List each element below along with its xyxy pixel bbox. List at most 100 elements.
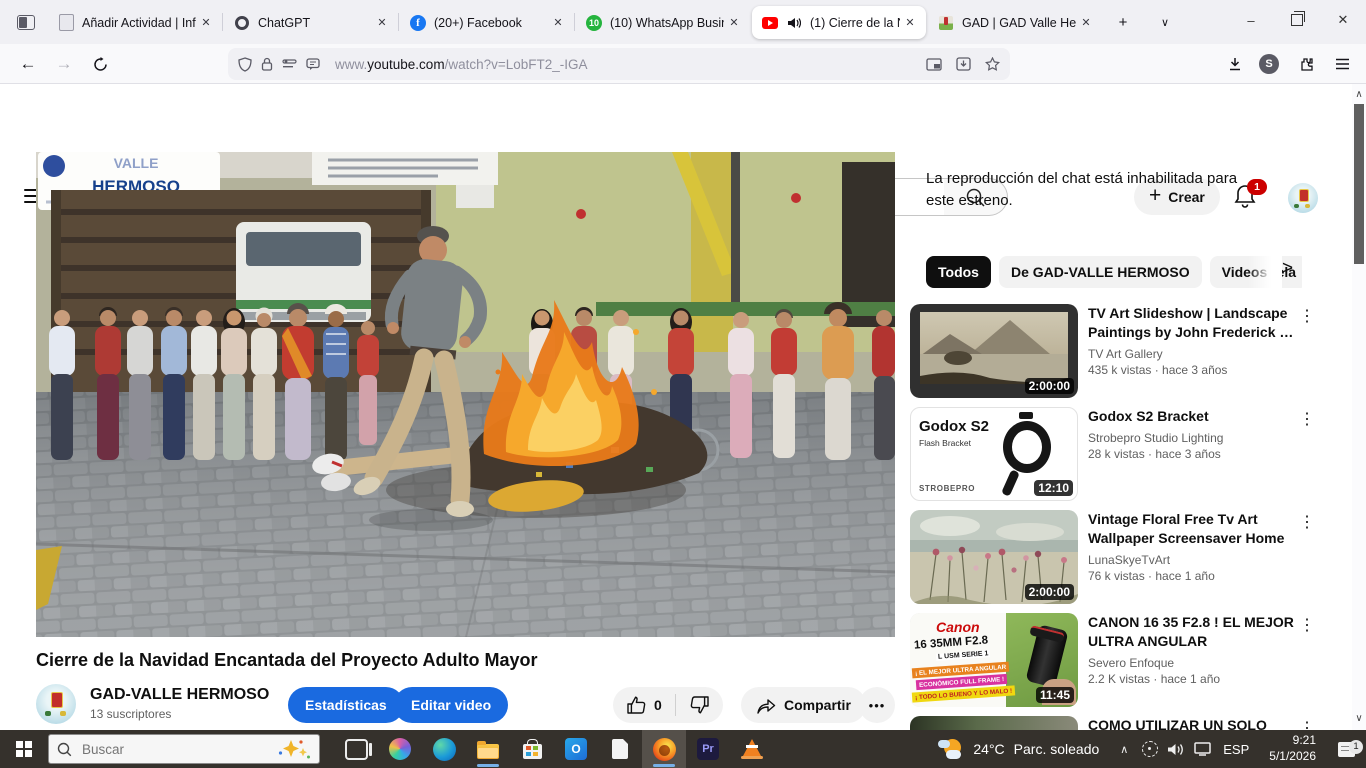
outlook-button[interactable]: O: [554, 730, 598, 768]
chips-next-icon[interactable]: >: [1282, 258, 1293, 280]
edge-button[interactable]: [422, 730, 466, 768]
file-explorer-button[interactable]: [466, 730, 510, 768]
menu-icon[interactable]: [1326, 48, 1358, 80]
tab-gad[interactable]: GAD | GAD Valle Herm ✕: [928, 6, 1102, 39]
taskbar-clock[interactable]: 9:21 5/1/2026: [1257, 733, 1326, 764]
vlc-button[interactable]: [730, 730, 774, 768]
close-icon[interactable]: ✕: [724, 13, 744, 33]
suggested-title[interactable]: CANON 16 35 F2.8 ! EL MEJOR ULTRA ANGULA…: [1088, 613, 1300, 651]
save-page-icon[interactable]: [956, 57, 971, 71]
downloads-icon[interactable]: [1219, 48, 1251, 80]
channel-avatar[interactable]: [36, 684, 76, 724]
more-actions-button[interactable]: •••: [859, 687, 895, 723]
video-thumbnail[interactable]: 2:00:00: [910, 304, 1078, 398]
facebook-icon: f: [410, 15, 426, 31]
task-view-button[interactable]: [334, 730, 378, 768]
screen: Añadir Actividad | Informes ✕ ChatGPT ✕ …: [0, 0, 1366, 768]
suggested-channel[interactable]: TV Art Gallery: [1088, 347, 1300, 361]
suggested-channel[interactable]: LunaSkyeTvArt: [1088, 553, 1300, 567]
lock-icon[interactable]: [261, 57, 273, 71]
analytics-button[interactable]: Estadísticas: [288, 687, 404, 723]
account-avatar[interactable]: [1288, 183, 1318, 213]
suggested-channel[interactable]: Strobepro Studio Lighting: [1088, 431, 1300, 445]
window-restore-button[interactable]: [1274, 0, 1320, 40]
document-icon: [58, 15, 74, 31]
tray-expand-icon[interactable]: ∧: [1111, 743, 1137, 756]
close-icon[interactable]: ✕: [900, 13, 920, 33]
tray-meet-now-icon[interactable]: [1137, 741, 1163, 757]
suggested-video-2: Godox S2 Flash Bracket STROBEPRO 12:10 G…: [910, 407, 1346, 501]
like-button[interactable]: 0: [613, 687, 675, 723]
page-message-icon[interactable]: [306, 58, 320, 71]
taskbar-weather-widget[interactable]: 24°C Parc. soleado: [926, 737, 1111, 761]
extension-s-badge[interactable]: S: [1259, 54, 1279, 74]
youtube-icon: [762, 15, 778, 31]
youtube-header: YouTube EC + Crear 1: [0, 84, 1366, 140]
copilot-button[interactable]: [378, 730, 422, 768]
forward-button[interactable]: →: [48, 48, 80, 80]
tab-informes[interactable]: Añadir Actividad | Informes ✕: [48, 6, 222, 39]
scrollbar-thumb[interactable]: [1354, 104, 1364, 264]
kebab-menu-icon[interactable]: ⋮: [1296, 512, 1318, 532]
new-tab-button[interactable]: +: [1108, 8, 1138, 36]
chip-channel[interactable]: De GAD-VALLE HERMOSO: [999, 256, 1202, 288]
url-bar[interactable]: www.youtube.com/watch?v=LobFT2_-IGA: [228, 48, 1010, 80]
volume-icon[interactable]: [1163, 743, 1189, 756]
tab-youtube-active[interactable]: (1) Cierre de la Na ✕: [752, 6, 926, 39]
video-frame: VALLE HERMOSO: [36, 152, 895, 637]
close-icon[interactable]: ✕: [196, 13, 216, 33]
video-player[interactable]: VALLE HERMOSO: [36, 152, 895, 637]
video-thumbnail[interactable]: Godox S2 Flash Bracket STROBEPRO 12:10: [910, 407, 1078, 501]
suggested-title[interactable]: TV Art Slideshow | Landscape Paintings b…: [1088, 304, 1300, 342]
windows-logo-icon: [16, 741, 32, 757]
close-icon[interactable]: ✕: [548, 13, 568, 33]
edit-video-button[interactable]: Editar video: [394, 687, 508, 723]
microsoft-store-button[interactable]: [510, 730, 554, 768]
tab-whatsapp[interactable]: 10 (10) WhatsApp Busines ✕: [576, 6, 750, 39]
kebab-menu-icon[interactable]: ⋮: [1296, 615, 1318, 635]
start-button[interactable]: [0, 730, 48, 768]
close-icon[interactable]: ✕: [1076, 13, 1096, 33]
language-indicator[interactable]: ESP: [1215, 742, 1257, 757]
share-button[interactable]: Compartir: [741, 687, 866, 723]
reload-button[interactable]: [84, 48, 116, 80]
suggested-title[interactable]: Vintage Floral Free Tv Art Wallpaper Scr…: [1088, 510, 1300, 548]
action-center-button[interactable]: 1: [1326, 742, 1366, 757]
window-minimize-button[interactable]: –: [1228, 0, 1274, 40]
suggested-title[interactable]: Godox S2 Bracket: [1088, 407, 1300, 426]
dislike-button[interactable]: [676, 687, 723, 723]
url-text: www.youtube.com/watch?v=LobFT2_-IGA: [335, 57, 588, 72]
taskbar-search-input[interactable]: [80, 741, 234, 758]
back-button[interactable]: ←: [12, 48, 44, 80]
page-scrollbar[interactable]: ∧ ∨: [1352, 84, 1366, 730]
tab-facebook[interactable]: f (20+) Facebook ✕: [400, 6, 574, 39]
extensions-puzzle-icon[interactable]: [1290, 48, 1322, 80]
premiere-pro-button[interactable]: Pr: [686, 730, 730, 768]
shield-icon[interactable]: [238, 57, 252, 72]
pip-icon[interactable]: [926, 58, 942, 71]
kebab-menu-icon[interactable]: ⋮: [1296, 409, 1318, 429]
close-icon[interactable]: ✕: [372, 13, 392, 33]
network-icon[interactable]: [1189, 742, 1215, 756]
window-close-button[interactable]: ✕: [1320, 0, 1366, 40]
firefox-button[interactable]: [642, 730, 686, 768]
scroll-up-icon[interactable]: ∧: [1352, 86, 1366, 102]
notepad-button[interactable]: [598, 730, 642, 768]
bookmark-star-icon[interactable]: [985, 57, 1000, 71]
permissions-icon[interactable]: [282, 58, 297, 70]
firefox-view-icon[interactable]: [10, 8, 42, 36]
kebab-menu-icon[interactable]: ⋮: [1296, 306, 1318, 326]
taskbar-search-box[interactable]: [48, 734, 320, 764]
suggested-video-1: 2:00:00 TV Art Slideshow | Landscape Pai…: [910, 304, 1346, 398]
suggested-meta: 2.2 K vistas · hace 1 año: [1088, 672, 1300, 686]
tab-audio-icon[interactable]: [786, 15, 802, 31]
video-thumbnail[interactable]: Canon 16 35MM F2.8 L USM SERIE 1 ¡ EL ME…: [910, 613, 1078, 707]
scroll-down-icon[interactable]: ∨: [1352, 710, 1366, 726]
list-all-tabs-button[interactable]: ∨: [1150, 8, 1180, 36]
chip-todos[interactable]: Todos: [926, 256, 991, 288]
video-thumbnail[interactable]: 2:00:00: [910, 510, 1078, 604]
suggested-channel[interactable]: Severo Enfoque: [1088, 656, 1300, 670]
duration-badge: 11:45: [1036, 687, 1074, 703]
channel-name[interactable]: GAD-VALLE HERMOSO: [90, 686, 269, 704]
tab-chatgpt[interactable]: ChatGPT ✕: [224, 6, 398, 39]
